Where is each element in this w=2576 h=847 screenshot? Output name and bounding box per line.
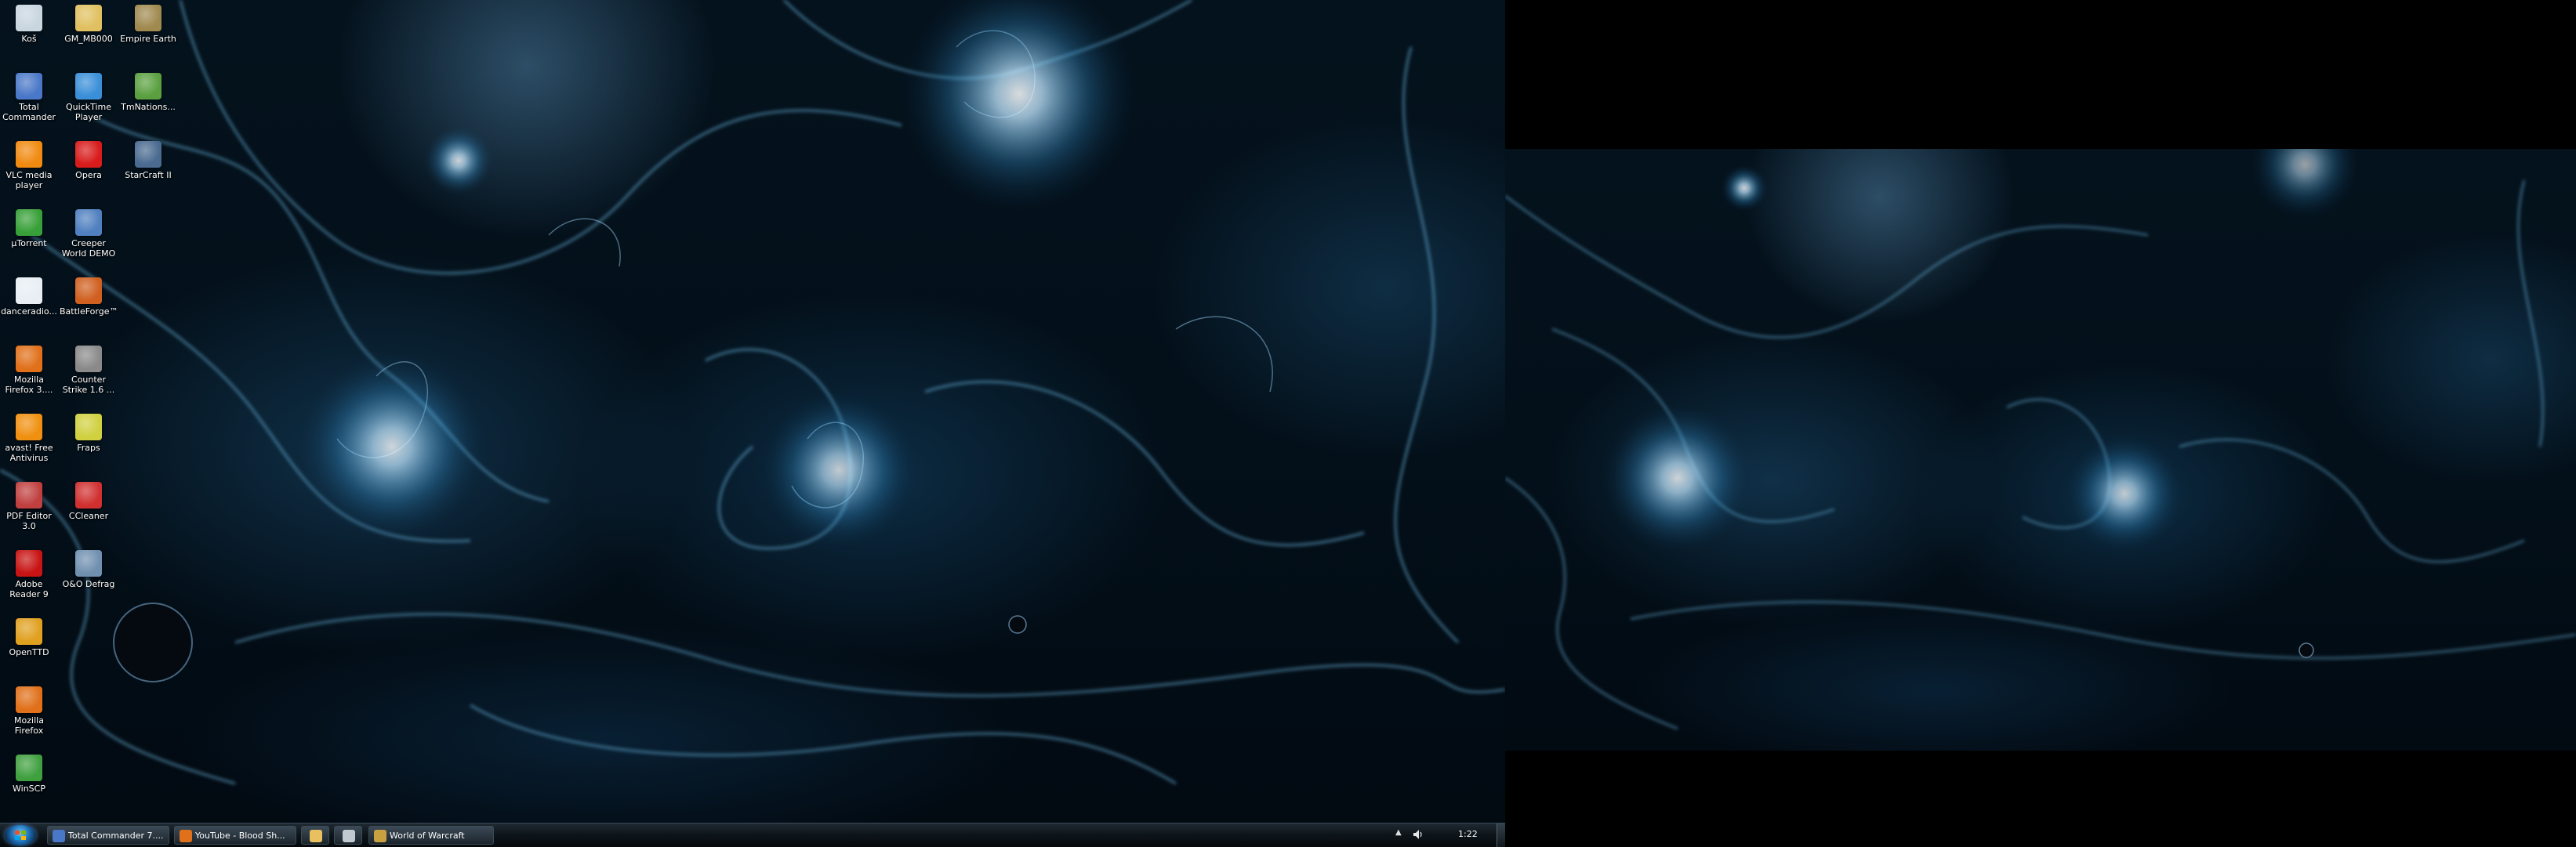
- file-icon: [16, 277, 42, 304]
- desktop-shortcut[interactable]: WinSCP: [0, 751, 58, 794]
- folder-icon: [310, 830, 322, 842]
- desktop-shortcut-label: Opera: [75, 170, 102, 180]
- quicktime-icon: [75, 73, 102, 100]
- desktop-shortcut-label: Fraps: [77, 443, 100, 453]
- desktop-shortcut[interactable]: Mozilla Firefox: [0, 683, 58, 736]
- desktop-wallpaper-primary: Koš GM_MB000 Empire Earth Total Commander Qu…: [0, 0, 1505, 823]
- desktop-shortcut[interactable]: Fraps: [60, 411, 118, 453]
- taskbar-button-media[interactable]: [334, 826, 362, 845]
- total-commander-icon: [16, 73, 42, 100]
- desktop-shortcut[interactable]: µTorrent: [0, 206, 58, 248]
- wow-icon: [374, 830, 386, 842]
- desktop-shortcut-label: Total Commander: [2, 102, 56, 122]
- taskbar-button-total-commander[interactable]: Total Commander 7....: [47, 826, 169, 845]
- desktop-shortcut-label: WinSCP: [13, 784, 45, 794]
- desktop-shortcut-label: Counter Strike 1.6 ...: [62, 375, 115, 395]
- show-hidden-icons-button[interactable]: ▲: [1395, 828, 1402, 837]
- tmnations-icon: [135, 73, 161, 100]
- opera-icon: [75, 141, 102, 168]
- desktop-shortcut-label: Koš: [21, 34, 37, 44]
- pdf-editor-icon: [16, 482, 42, 509]
- firefox-icon: [180, 830, 192, 842]
- vlc-icon: [16, 141, 42, 168]
- desktop-wallpaper-secondary: [1505, 149, 2576, 751]
- oo-defrag-icon: [75, 550, 102, 577]
- desktop-shortcut[interactable]: GM_MB000: [60, 2, 118, 44]
- desktop-shortcut[interactable]: danceradio...: [0, 274, 58, 317]
- desktop-shortcut-label: VLC media player: [5, 170, 53, 190]
- desktop-shortcut[interactable]: avast! Free Antivirus: [0, 411, 58, 463]
- desktop-shortcut[interactable]: Koš: [0, 2, 58, 44]
- creeper-world-icon: [75, 209, 102, 236]
- taskbar-button-world-of-warcraft[interactable]: World of Warcraft: [368, 826, 494, 845]
- desktop-shortcut[interactable]: StarCraft II: [119, 138, 177, 180]
- desktop-shortcut[interactable]: PDF Editor 3.0: [0, 479, 58, 531]
- volume-icon[interactable]: [1413, 829, 1424, 840]
- desktop-shortcut[interactable]: Total Commander: [0, 70, 58, 122]
- desktop-shortcut-label: Creeper World DEMO: [61, 238, 116, 259]
- taskbar-button-label: Total Commander 7....: [68, 831, 164, 841]
- small-planet-graphic-secondary: [2298, 642, 2314, 658]
- openttd-icon: [16, 618, 42, 645]
- planet-graphic: [113, 603, 193, 682]
- system-tray: ▲ 1:22: [1380, 823, 1505, 847]
- desktop-shortcut-label: O&O Defrag: [62, 579, 115, 589]
- firefox-icon: [16, 346, 42, 372]
- small-planet-graphic: [1008, 615, 1027, 634]
- desktop-shortcut[interactable]: CCleaner: [60, 479, 118, 521]
- desktop-shortcut-label: QuickTime Player: [65, 102, 112, 122]
- desktop-shortcut-label: StarCraft II: [125, 170, 172, 180]
- utorrent-icon: [16, 209, 42, 236]
- fraps-icon: [75, 414, 102, 440]
- desktop-shortcut-label: CCleaner: [68, 511, 109, 521]
- taskbar-button-firefox[interactable]: YouTube - Blood Sh...: [174, 826, 296, 845]
- desktop-shortcut[interactable]: Adobe Reader 9: [0, 547, 58, 599]
- taskbar-button-folder[interactable]: [301, 826, 329, 845]
- desktop-shortcut[interactable]: BattleForge™: [60, 274, 118, 317]
- total-commander-icon: [53, 830, 65, 842]
- desktop-shortcut-label: avast! Free Antivirus: [5, 443, 53, 463]
- desktop-shortcut-label: BattleForge™: [60, 306, 118, 317]
- ccleaner-icon: [75, 482, 102, 509]
- taskbar: Total Commander 7.... YouTube - Blood Sh…: [0, 823, 1505, 847]
- desktop-shortcut[interactable]: Counter Strike 1.6 ...: [60, 342, 118, 395]
- show-desktop-button[interactable]: [1497, 823, 1505, 847]
- counter-strike-icon: [75, 346, 102, 372]
- taskbar-button-label: YouTube - Blood Sh...: [195, 831, 285, 841]
- desktop-shortcut-label: danceradio...: [1, 306, 57, 317]
- desktop-shortcut[interactable]: VLC media player: [0, 138, 58, 190]
- desktop-shortcut[interactable]: Opera: [60, 138, 118, 180]
- empire-earth-icon: [135, 5, 161, 31]
- desktop-shortcut-label: Adobe Reader 9: [9, 579, 49, 599]
- adobe-reader-icon: [16, 550, 42, 577]
- firefox-icon: [16, 686, 42, 713]
- desktop-shortcut-label: PDF Editor 3.0: [6, 511, 52, 531]
- desktop-shortcut[interactable]: Mozilla Firefox 3....: [0, 342, 58, 395]
- clock[interactable]: 1:22: [1458, 829, 1478, 839]
- desktop-shortcut-label: Mozilla Firefox 3....: [5, 375, 53, 395]
- energy-nebula-graphic: [0, 0, 1505, 785]
- energy-nebula-graphic-secondary: [1505, 149, 2576, 730]
- desktop-shortcut[interactable]: Empire Earth: [119, 2, 177, 44]
- desktop-shortcut[interactable]: Creeper World DEMO: [60, 206, 118, 259]
- media-icon: [343, 830, 355, 842]
- desktop-shortcut-label: TmNations...: [121, 102, 176, 112]
- gm-app-icon: [75, 5, 102, 31]
- start-button[interactable]: [5, 825, 36, 845]
- desktop-shortcut[interactable]: OpenTTD: [0, 615, 58, 657]
- recycle-bin-icon: [16, 5, 42, 31]
- avast-icon: [16, 414, 42, 440]
- desktop-shortcut[interactable]: QuickTime Player: [60, 70, 118, 122]
- winscp-icon: [16, 755, 42, 781]
- desktop-shortcut-label: Mozilla Firefox: [14, 715, 44, 736]
- desktop-shortcut[interactable]: TmNations...: [119, 70, 177, 112]
- battleforge-icon: [75, 277, 102, 304]
- desktop-shortcut-label: OpenTTD: [9, 647, 49, 657]
- desktop-shortcut[interactable]: O&O Defrag: [60, 547, 118, 589]
- desktop-shortcut-label: GM_MB000: [64, 34, 113, 44]
- desktop-shortcut-label: Empire Earth: [120, 34, 176, 44]
- taskbar-button-label: World of Warcraft: [390, 831, 465, 841]
- desktop-shortcut-label: µTorrent: [11, 238, 47, 248]
- starcraft-icon: [135, 141, 161, 168]
